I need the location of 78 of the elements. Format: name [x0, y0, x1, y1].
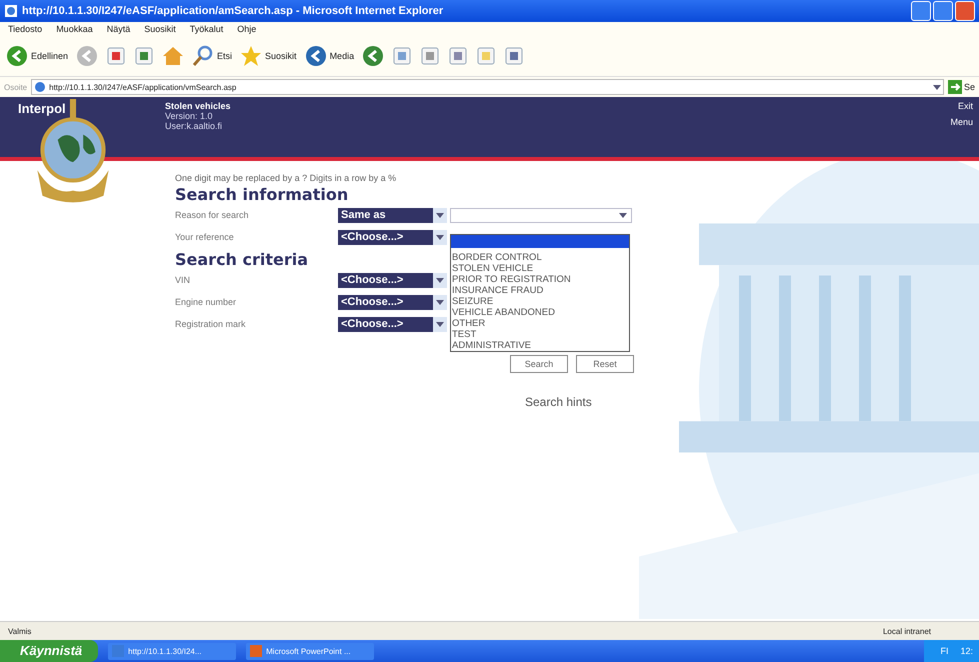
- square-icon: [106, 46, 126, 66]
- toolbar-button[interactable]: [162, 45, 184, 67]
- form-button[interactable]: Search: [510, 355, 568, 373]
- form-button[interactable]: Reset: [576, 355, 634, 373]
- start-button[interactable]: Käynnistä: [0, 640, 98, 662]
- maximize-button[interactable]: [933, 1, 953, 21]
- search-hints-link[interactable]: Search hints: [525, 395, 645, 409]
- caret-icon: [932, 84, 941, 90]
- house-icon: [162, 45, 184, 67]
- section-heading: Search criteria: [175, 250, 308, 269]
- dropdown-option[interactable]: BORDER CONTROL: [451, 252, 629, 263]
- square-icon: [134, 46, 154, 66]
- caret-icon: [436, 212, 444, 218]
- zone-text: Local intranet: [882, 626, 931, 636]
- version-text: Version: 1.0: [165, 111, 214, 121]
- dropdown-option[interactable]: STOLEN VEHICLE: [451, 263, 629, 274]
- window-title: http://10.1.1.30/I247/eASF/application/amSearch.asp - Microsoft Internet Explorer: [22, 5, 444, 17]
- dropdown-option[interactable]: ADMINISTRATIVE: [451, 340, 629, 351]
- dropdown-option[interactable]: TEST: [451, 329, 629, 340]
- toolbar-button[interactable]: [448, 46, 468, 66]
- caret-icon: [436, 322, 444, 326]
- nav-link[interactable]: Menu: [950, 117, 973, 127]
- menu-item[interactable]: Ohje: [237, 24, 256, 34]
- caret-icon: [619, 212, 627, 218]
- toolbar-button[interactable]: Etsi: [192, 45, 232, 67]
- address-field[interactable]: http://10.1.1.30/I247/eASF/application/vmSearch.asp: [31, 79, 944, 95]
- taskbar-button[interactable]: http://10.1.1.30/I24...: [108, 642, 236, 660]
- toolbar-button[interactable]: [420, 46, 440, 66]
- clock-text: 12:: [960, 646, 973, 656]
- square-icon: [476, 46, 496, 66]
- reason-dropdown[interactable]: [450, 208, 632, 222]
- slides-icon: [250, 645, 262, 657]
- toolbar-button[interactable]: [106, 46, 126, 66]
- toolbar-button[interactable]: [476, 46, 496, 66]
- menu-item[interactable]: Muokkaa: [56, 24, 93, 34]
- dropdown-option[interactable]: OTHER: [451, 318, 629, 329]
- menu-item[interactable]: Tiedosto: [8, 24, 42, 34]
- field-label: VIN: [175, 275, 192, 285]
- star-icon: [240, 45, 262, 67]
- toolbar-button[interactable]: [504, 46, 524, 66]
- field-label: Your reference: [175, 232, 235, 242]
- menu-item[interactable]: Työkalut: [190, 24, 224, 34]
- toolbar-button[interactable]: Suosikit: [240, 45, 297, 67]
- toolbar-button[interactable]: Media: [304, 45, 354, 67]
- caret-icon: [436, 234, 444, 240]
- app-title: Stolen vehicles: [165, 101, 232, 111]
- caret-icon: [436, 300, 444, 304]
- toolbar-button[interactable]: [134, 46, 154, 66]
- search-icon: [192, 45, 214, 67]
- toolbar-button[interactable]: [362, 45, 384, 67]
- field-label: Reason for search: [175, 210, 250, 220]
- toolbar-button[interactable]: Edellinen: [6, 45, 68, 67]
- address-label: Osoite: [4, 82, 28, 92]
- close-button[interactable]: [955, 1, 975, 21]
- field-label: Engine number: [175, 297, 238, 307]
- menu-item[interactable]: Suosikit: [144, 24, 176, 34]
- arrow-icon: [948, 80, 962, 94]
- brand-name: Interpol: [18, 101, 67, 118]
- user-text: User:k.aaltio.fi: [165, 121, 224, 131]
- minimize-button[interactable]: [911, 1, 931, 21]
- dropdown-option[interactable]: VEHICLE ABANDONED: [451, 307, 629, 318]
- square-icon: [448, 46, 468, 66]
- dropdown-option[interactable]: SEIZURE: [451, 296, 629, 307]
- square-icon: [392, 46, 412, 66]
- square-icon: [420, 46, 440, 66]
- section-heading: Search information: [175, 185, 348, 204]
- go-button[interactable]: Se: [948, 80, 975, 94]
- dropdown-option[interactable]: INSURANCE FRAUD: [451, 285, 629, 296]
- field-label: Registration mark: [175, 319, 247, 329]
- hint-text: One digit may be replaced by a ? Digits in a row by a %: [175, 173, 398, 183]
- taskbar-button[interactable]: Microsoft PowerPoint ...: [246, 642, 374, 660]
- status-text: Valmis: [8, 626, 32, 636]
- menu-item[interactable]: Näytä: [106, 24, 130, 34]
- square-icon: [504, 46, 524, 66]
- caret-icon: [436, 278, 444, 282]
- dropdown-option[interactable]: PRIOR TO REGISTRATION: [451, 274, 629, 285]
- toolbar-button[interactable]: [392, 46, 412, 66]
- nav-link[interactable]: Exit: [958, 101, 973, 111]
